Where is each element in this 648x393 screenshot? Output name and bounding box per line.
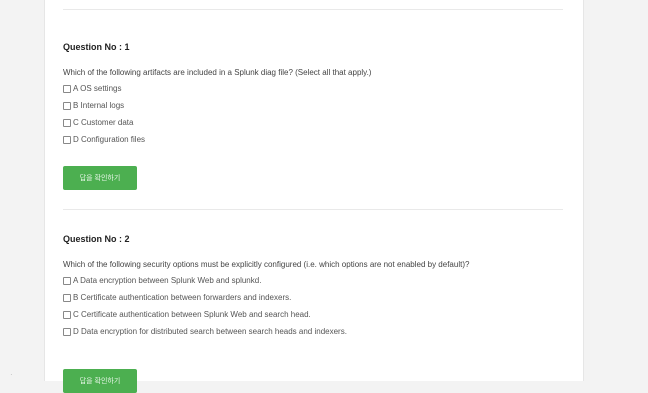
- question-1: Question No : 1 Which of the following a…: [63, 42, 563, 148]
- question-2-option-b[interactable]: B Certificate authentication between for…: [63, 289, 563, 306]
- question-1-text: Which of the following artifacts are inc…: [63, 68, 372, 77]
- question-1-option-d[interactable]: D Configuration files: [63, 131, 563, 148]
- question-2-option-d[interactable]: D Data encryption for distributed search…: [63, 323, 563, 340]
- option-label: C Customer data: [73, 118, 134, 127]
- question-1-option-c[interactable]: C Customer data: [63, 114, 563, 131]
- checkbox-icon[interactable]: [63, 101, 71, 110]
- option-label: D Data encryption for distributed search…: [73, 327, 347, 336]
- checkbox-icon[interactable]: [63, 293, 71, 302]
- option-label: A OS settings: [73, 84, 122, 93]
- checkbox-icon[interactable]: [63, 327, 71, 336]
- scroll-dot-icon: ·: [10, 370, 13, 379]
- checkbox-icon[interactable]: [63, 310, 71, 319]
- option-label: C Certificate authentication between Spl…: [73, 310, 311, 319]
- question-2-option-c[interactable]: C Certificate authentication between Spl…: [63, 306, 563, 323]
- question-2-option-a[interactable]: A Data encryption between Splunk Web and…: [63, 272, 563, 289]
- checkbox-icon[interactable]: [63, 276, 71, 285]
- question-2-text: Which of the following security options …: [63, 260, 470, 269]
- option-label: D Configuration files: [73, 135, 146, 144]
- check-answer-button-1[interactable]: 답을 확인하기: [63, 166, 137, 190]
- top-divider: [63, 9, 563, 10]
- option-label: A Data encryption between Splunk Web and…: [73, 276, 262, 285]
- question-2: Question No : 2 Which of the following s…: [63, 234, 563, 340]
- question-1-title: Question No : 1: [63, 42, 130, 52]
- checkbox-icon[interactable]: [63, 84, 71, 93]
- check-answer-button-2[interactable]: 답을 확인하기: [63, 369, 137, 393]
- checkbox-icon[interactable]: [63, 118, 71, 127]
- question-page: Question No : 1 Which of the following a…: [44, 0, 584, 393]
- option-label: B Internal logs: [73, 101, 125, 110]
- question-2-title: Question No : 2: [63, 234, 130, 244]
- option-label: B Certificate authentication between for…: [73, 293, 292, 302]
- question-divider: [63, 209, 563, 210]
- question-1-option-a[interactable]: A OS settings: [63, 80, 563, 97]
- question-1-option-b[interactable]: B Internal logs: [63, 97, 563, 114]
- checkbox-icon[interactable]: [63, 135, 71, 144]
